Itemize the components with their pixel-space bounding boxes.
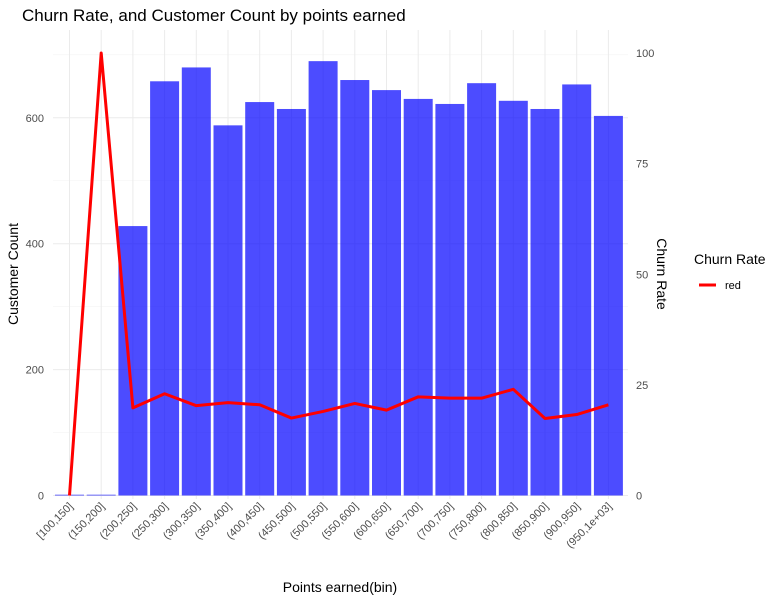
bar: [150, 81, 180, 496]
bar: [245, 102, 275, 496]
bar: [562, 84, 592, 496]
x-axis-ticks: [100,150](150,200](200,250](250,300](300…: [35, 501, 615, 551]
bar: [118, 226, 148, 496]
bar: [467, 83, 497, 496]
bar: [86, 494, 116, 496]
chart-title: Churn Rate, and Customer Count by points…: [22, 6, 406, 25]
bar-series: [55, 61, 623, 496]
bar: [593, 115, 623, 496]
y-axis-left-ticks: 0 200 400 600: [26, 113, 44, 503]
y-tick-label: 200: [26, 365, 44, 377]
bar: [213, 125, 243, 496]
y2-tick-label: 50: [636, 269, 648, 281]
bar: [372, 90, 401, 496]
y-tick-label: 400: [26, 239, 44, 251]
y-tick-label: 600: [26, 113, 44, 125]
y2-tick-label: 25: [636, 380, 648, 392]
y-axis-title: Customer Count: [5, 223, 21, 325]
legend: Churn Rate red: [694, 251, 766, 292]
y2-tick-label: 0: [636, 491, 642, 503]
legend-title: Churn Rate: [694, 251, 766, 267]
bar: [276, 108, 306, 496]
y2-tick-label: 75: [636, 159, 648, 171]
legend-entry-red: red: [725, 280, 741, 292]
bar: [435, 103, 465, 496]
bar: [403, 98, 433, 496]
y2-tick-label: 100: [636, 48, 654, 60]
y-axis-right-ticks: 0 25 50 75 100: [636, 48, 654, 503]
chart: 0 200 400 600 0 25 50 75 100 [100,150](150,200]…: [5, 6, 766, 595]
bar: [340, 80, 370, 496]
y-tick-label: 0: [38, 491, 44, 503]
x-axis-title: Points earned(bin): [283, 579, 397, 595]
y2-axis-title: Churn Rate: [654, 238, 670, 310]
bar: [498, 100, 528, 496]
bar: [181, 67, 211, 496]
bar: [530, 108, 560, 496]
bar: [308, 61, 338, 496]
